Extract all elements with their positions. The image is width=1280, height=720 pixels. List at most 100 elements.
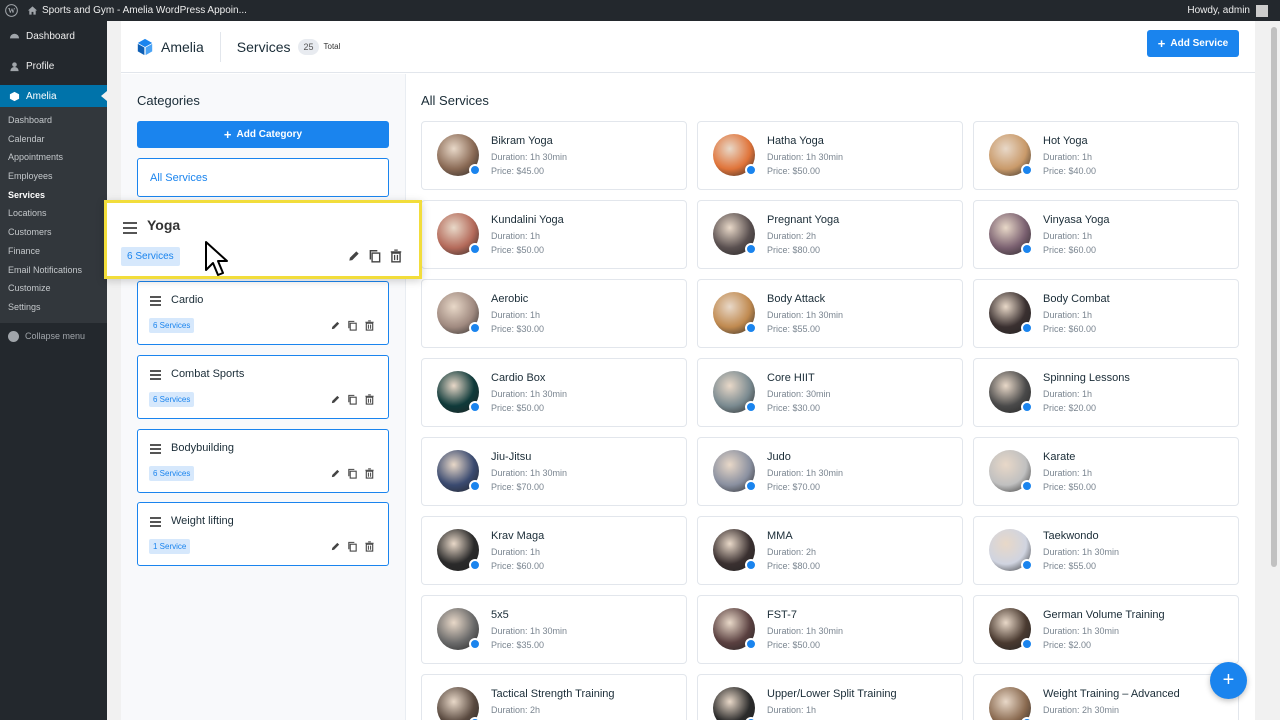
sidebar-item-label: Amelia xyxy=(26,90,57,102)
delete-icon[interactable] xyxy=(364,394,375,405)
drag-handle-icon[interactable] xyxy=(150,296,161,308)
service-name: Body Attack xyxy=(767,293,826,305)
submenu-item-customers[interactable]: Customers xyxy=(0,223,107,242)
duplicate-icon[interactable] xyxy=(347,468,358,479)
service-card[interactable]: Weight Training – Advanced Duration: 2h 3… xyxy=(973,674,1239,720)
service-duration: Duration: 2h xyxy=(767,231,817,241)
site-title-link[interactable]: Sports and Gym - Amelia WordPress Appoin… xyxy=(42,5,247,16)
submenu-item-customize[interactable]: Customize xyxy=(0,279,107,298)
category-card-weight-lifting[interactable]: Weight lifting 1 Service xyxy=(137,502,389,566)
submenu-item-finance[interactable]: Finance xyxy=(0,242,107,261)
drag-handle-icon[interactable] xyxy=(123,222,137,237)
sidebar-item-profile[interactable]: Profile xyxy=(0,51,107,81)
service-card[interactable]: Upper/Lower Split Training Duration: 1h xyxy=(697,674,963,720)
service-duration: Duration: 1h 30min xyxy=(767,626,844,636)
submenu-item-services[interactable]: Services xyxy=(0,186,107,205)
service-card[interactable]: Hot Yoga Duration: 1h Price: $40.00 xyxy=(973,121,1239,190)
service-card[interactable]: Pregnant Yoga Duration: 2h Price: $80.00 xyxy=(697,200,963,269)
edit-icon[interactable] xyxy=(330,320,341,331)
collapse-menu-button[interactable]: Collapse menu xyxy=(0,323,107,350)
service-card[interactable]: Kundalini Yoga Duration: 1h Price: $50.00 xyxy=(421,200,687,269)
sidebar-item-dashboard[interactable]: Dashboard xyxy=(0,21,107,51)
service-price: Price: $45.00 xyxy=(491,166,545,176)
status-dot xyxy=(1021,559,1033,571)
service-card[interactable]: 5x5 Duration: 1h 30min Price: $35.00 xyxy=(421,595,687,664)
sidebar-item-amelia[interactable]: Amelia xyxy=(0,85,107,107)
service-card[interactable]: Taekwondo Duration: 1h 30min Price: $55.00 xyxy=(973,516,1239,585)
submenu-item-dashboard[interactable]: Dashboard xyxy=(0,111,107,130)
service-duration: Duration: 1h 30min xyxy=(1043,626,1120,636)
drag-handle-icon[interactable] xyxy=(150,517,161,529)
service-duration: Duration: 1h 30min xyxy=(767,468,844,478)
service-card[interactable]: Spinning Lessons Duration: 1h Price: $20.0… xyxy=(973,358,1239,427)
duplicate-icon[interactable] xyxy=(347,541,358,552)
service-card[interactable]: Krav Maga Duration: 1h Price: $60.00 xyxy=(421,516,687,585)
service-duration: Duration: 30min xyxy=(767,389,831,399)
service-card[interactable]: MMA Duration: 2h Price: $80.00 xyxy=(697,516,963,585)
service-price: Price: $55.00 xyxy=(1043,561,1097,571)
collapse-icon xyxy=(8,330,19,342)
submenu-item-appointments[interactable]: Appointments xyxy=(0,148,107,167)
plus-icon: + xyxy=(223,127,232,142)
service-card[interactable]: German Volume Training Duration: 1h 30min… xyxy=(973,595,1239,664)
submenu-item-calendar[interactable]: Calendar xyxy=(0,130,107,149)
service-card[interactable]: Aerobic Duration: 1h Price: $30.00 xyxy=(421,279,687,348)
svg-text:W: W xyxy=(7,7,15,15)
submenu-item-locations[interactable]: Locations xyxy=(0,204,107,223)
wordpress-logo-icon[interactable]: W xyxy=(0,0,22,21)
service-card[interactable]: Body Combat Duration: 1h Price: $60.00 xyxy=(973,279,1239,348)
service-card[interactable]: Bikram Yoga Duration: 1h 30min Price: $45.… xyxy=(421,121,687,190)
add-service-button[interactable]: + Add Service xyxy=(1147,30,1239,57)
status-dot xyxy=(745,559,757,571)
duplicate-icon[interactable] xyxy=(347,394,358,405)
howdy-user-menu[interactable]: Howdy, admin xyxy=(1187,5,1250,16)
service-price: Price: $50.00 xyxy=(767,166,821,176)
duplicate-icon[interactable] xyxy=(347,320,358,331)
service-card[interactable]: Judo Duration: 1h 30min Price: $70.00 xyxy=(697,437,963,506)
service-card[interactable]: Jiu-Jitsu Duration: 1h 30min Price: $70.00 xyxy=(421,437,687,506)
add-category-button[interactable]: + Add Category xyxy=(137,121,389,148)
duplicate-icon[interactable] xyxy=(368,249,382,263)
delete-icon[interactable] xyxy=(364,541,375,552)
edit-icon[interactable] xyxy=(347,249,361,263)
service-card[interactable]: Core HIIT Duration: 30min Price: $30.00 xyxy=(697,358,963,427)
service-card[interactable]: Karate Duration: 1h Price: $50.00 xyxy=(973,437,1239,506)
profile-icon xyxy=(8,60,20,72)
floating-add-button[interactable]: + xyxy=(1210,662,1247,699)
category-services-badge: 6 Services xyxy=(149,318,195,333)
service-card[interactable]: Hatha Yoga Duration: 1h 30min Price: $50.0… xyxy=(697,121,963,190)
delete-icon[interactable] xyxy=(364,320,375,331)
service-card[interactable]: FST-7 Duration: 1h 30min Price: $50.00 xyxy=(697,595,963,664)
submenu-item-email-notifications[interactable]: Email Notifications xyxy=(0,261,107,280)
delete-icon[interactable] xyxy=(364,468,375,479)
edit-icon[interactable] xyxy=(330,468,341,479)
home-icon[interactable] xyxy=(22,5,42,16)
category-card-yoga-dragging[interactable]: Yoga 6 Services xyxy=(104,200,422,279)
service-card[interactable]: Cardio Box Duration: 1h 30min Price: $50.0… xyxy=(421,358,687,427)
service-card[interactable]: Tactical Strength Training Duration: 2h xyxy=(421,674,687,720)
category-card-combat-sports[interactable]: Combat Sports 6 Services xyxy=(137,355,389,419)
scrollbar-thumb[interactable] xyxy=(1271,27,1277,567)
edit-icon[interactable] xyxy=(330,541,341,552)
service-price: Price: $60.00 xyxy=(1043,245,1097,255)
service-price: Price: $50.00 xyxy=(1043,482,1097,492)
edit-icon[interactable] xyxy=(330,394,341,405)
service-price: Price: $40.00 xyxy=(1043,166,1097,176)
submenu-item-employees[interactable]: Employees xyxy=(0,167,107,186)
category-name: Bodybuilding xyxy=(171,442,234,454)
all-services-category[interactable]: All Services xyxy=(137,158,389,197)
drag-handle-icon[interactable] xyxy=(150,444,161,456)
delete-icon[interactable] xyxy=(389,249,403,263)
submenu-item-settings[interactable]: Settings xyxy=(0,298,107,317)
page-scrollbar[interactable] xyxy=(1268,21,1280,720)
status-dot xyxy=(469,164,481,176)
drag-handle-icon[interactable] xyxy=(150,370,161,382)
add-service-label: Add Service xyxy=(1170,38,1229,49)
status-dot xyxy=(745,480,757,492)
category-card-bodybuilding[interactable]: Bodybuilding 6 Services xyxy=(137,429,389,493)
service-price: Price: $70.00 xyxy=(767,482,821,492)
avatar[interactable] xyxy=(1256,4,1268,17)
service-card[interactable]: Vinyasa Yoga Duration: 1h Price: $60.00 xyxy=(973,200,1239,269)
category-card-cardio[interactable]: Cardio 6 Services xyxy=(137,281,389,345)
service-card[interactable]: Body Attack Duration: 1h 30min Price: $55.… xyxy=(697,279,963,348)
